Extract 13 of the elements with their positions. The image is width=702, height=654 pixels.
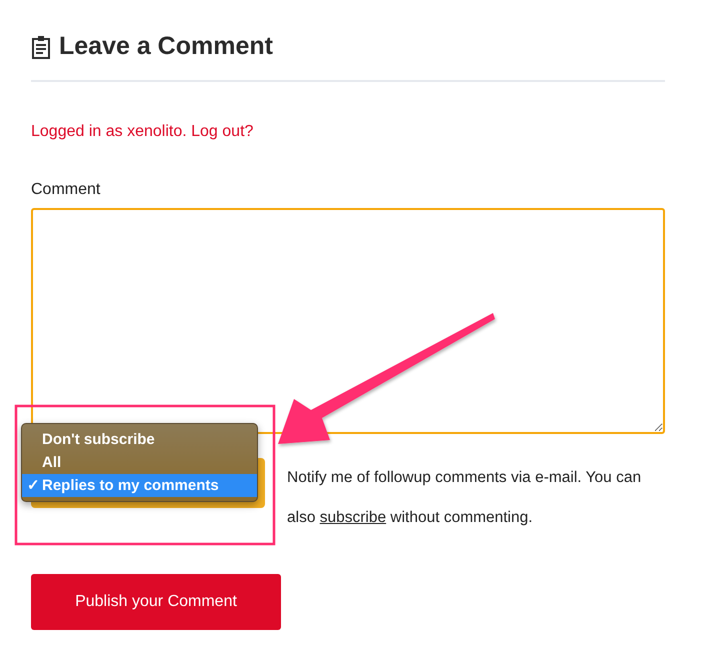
- field-label: Comment: [31, 180, 102, 200]
- menu-option[interactable]: All: [22, 450, 257, 474]
- menu-option[interactable]: ✓Replies to my comments: [22, 474, 257, 496]
- subscribe-link[interactable]: subscribe: [320, 508, 386, 526]
- user-link[interactable]: Logged in as xenolito: [31, 122, 182, 140]
- login-status: Logged in as xenolito. Log out?: [31, 122, 254, 142]
- menu-option[interactable]: Don't subscribe: [22, 428, 257, 450]
- publish-button[interactable]: Publish your Comment: [31, 574, 281, 630]
- subscribe-notice: Notify me of followup comments via e-mail. You can also subscribe without commenting.: [287, 468, 642, 526]
- section-heading: Leave a Comment: [59, 31, 273, 62]
- logout-link[interactable]: Log out?: [191, 122, 254, 140]
- clipboard-icon: [31, 34, 51, 59]
- comment-field[interactable]: [31, 208, 665, 434]
